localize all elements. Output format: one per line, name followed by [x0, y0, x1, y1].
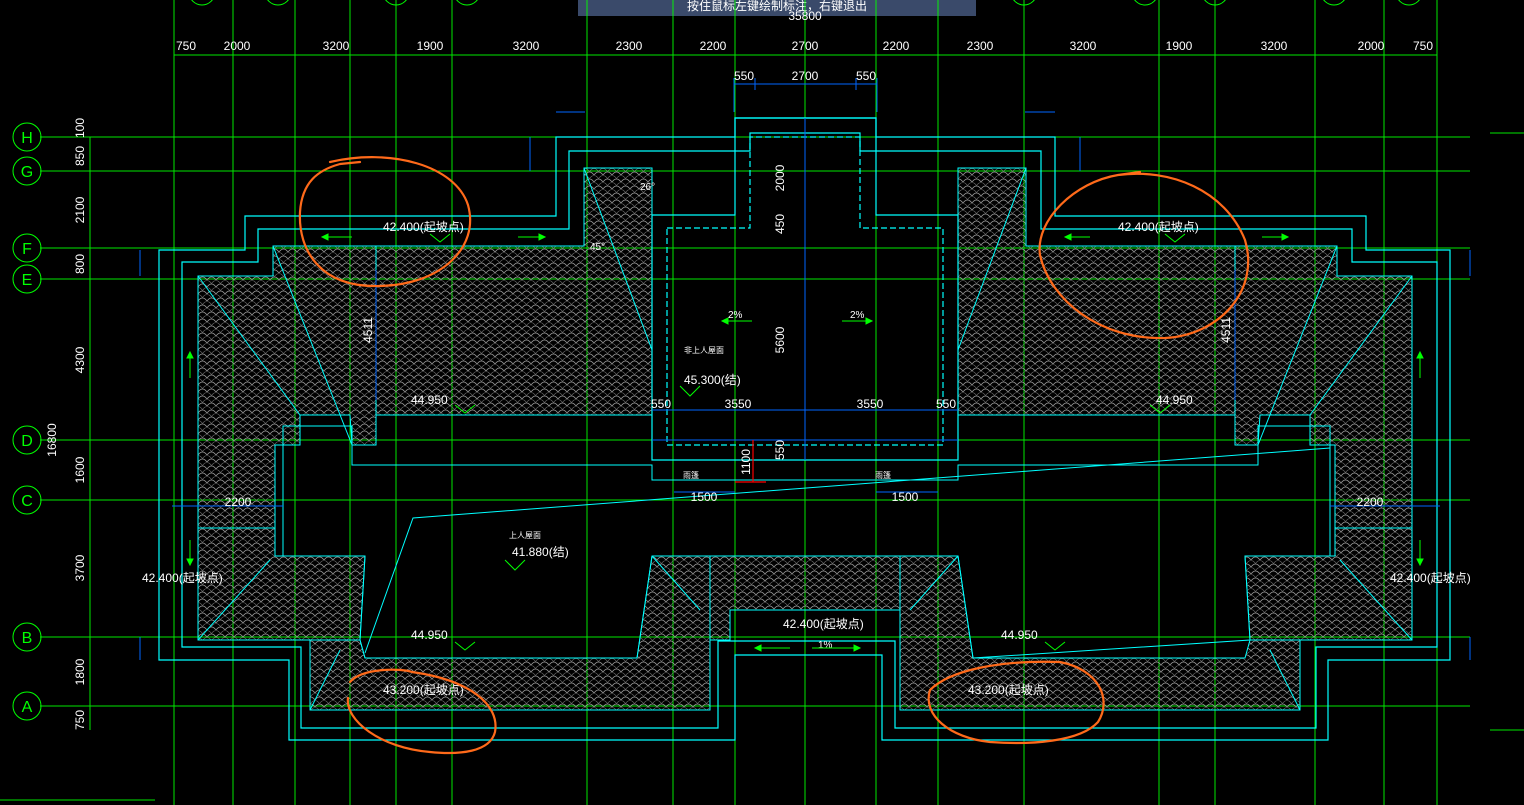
dim-4511-right: 4511 [1219, 317, 1233, 343]
dim-2000: 2000 [773, 164, 787, 191]
roof-panel-sw [309, 555, 711, 711]
top-dim-14: 2000 [1358, 39, 1385, 53]
top-dim2-1: 550 [734, 69, 754, 83]
elev-mid: 42.400(起坡点) [783, 617, 864, 631]
terrace-roof-label: 上人屋面 [509, 531, 541, 540]
dim-550-right: 550 [936, 397, 956, 411]
left-dim-750: 750 [73, 710, 87, 730]
left-dim-3700: 3700 [73, 554, 87, 581]
top-dim-6: 2300 [616, 39, 643, 53]
dim-1500-left: 1500 [691, 490, 718, 504]
left-dim-100: 100 [73, 118, 87, 138]
canopy-right: 雨篷 [875, 470, 891, 480]
left-dim-2100: 2100 [73, 196, 87, 223]
top-dimensions: 35800 750 2000 3200 1900 3200 2300 2200 … [176, 9, 1433, 83]
slope-mid: 1% [818, 640, 833, 651]
roof-panel-w [197, 527, 366, 641]
left-dim-1800: 1800 [73, 658, 87, 685]
ridge-sw: 44.950 [411, 628, 448, 642]
dim-3550-right: 3550 [857, 397, 884, 411]
axis-label-b: B [22, 630, 33, 647]
dim-1100: 1100 [739, 449, 753, 475]
left-dimensions: 100 850 2100 800 4300 1600 3700 1800 750… [45, 118, 87, 730]
dim-5600: 5600 [773, 326, 787, 353]
elev-terrace: 41.880(结) [512, 545, 569, 559]
elev-center: 45.300(结) [684, 373, 741, 387]
top-dim-2: 2000 [224, 39, 251, 53]
left-dim-800: 800 [73, 254, 87, 274]
axis-label-a: A [22, 699, 33, 716]
dim-450: 450 [773, 214, 787, 234]
top-dim-11: 3200 [1070, 39, 1097, 53]
top-dim-10: 2300 [967, 39, 994, 53]
center-roof-label: 非上人屋面 [684, 345, 724, 355]
dim-4511-left: 4511 [361, 317, 375, 343]
top-dim-15: 750 [1413, 39, 1433, 53]
axis-label-g: G [21, 164, 33, 181]
left-dim-total: 16800 [45, 423, 59, 457]
top-dim-1: 750 [176, 39, 196, 53]
slope-right: 2% [850, 310, 865, 321]
top-dim-4: 1900 [417, 39, 444, 53]
left-dim-4300: 4300 [73, 346, 87, 373]
floor-plan-drawing[interactable]: H G F E D C B A 100 850 2100 800 4300 16… [0, 0, 1524, 805]
axis-label-e: E [22, 272, 33, 289]
canopy-left: 雨篷 [683, 470, 699, 480]
axis-label-c: C [21, 493, 33, 510]
elev-sw: 43.200(起坡点) [383, 683, 464, 697]
ridge-ne: 44.950 [1156, 393, 1193, 407]
elev-ne: 42.400(起坡点) [1118, 220, 1199, 234]
top-dim-5: 3200 [513, 39, 540, 53]
dim-3550-left: 3550 [725, 397, 752, 411]
top-dim-13: 3200 [1261, 39, 1288, 53]
top-dim-12: 1900 [1166, 39, 1193, 53]
left-dim-850: 850 [73, 146, 87, 166]
elev-w: 42.400(起坡点) [142, 571, 223, 585]
dim-550-left: 550 [651, 397, 671, 411]
ridge-se: 44.950 [1001, 628, 1038, 642]
elev-e: 42.400(起坡点) [1390, 571, 1471, 585]
top-dim-7: 2200 [700, 39, 727, 53]
top-dim-3: 3200 [323, 39, 350, 53]
top-dim-9: 2200 [883, 39, 910, 53]
axis-label-h: H [21, 130, 33, 147]
dim-1500-right: 1500 [892, 490, 919, 504]
ridge-nw: 44.950 [411, 393, 448, 407]
slope-deg-26: 26° [640, 182, 655, 193]
elev-nw: 42.400(起坡点) [383, 220, 464, 234]
dim-2200-right: 2200 [1357, 495, 1384, 509]
elev-se: 43.200(起坡点) [968, 683, 1049, 697]
dim-2200-left: 2200 [225, 495, 252, 509]
slope-deg-45: 45° [590, 242, 605, 253]
dim-550-v: 550 [773, 440, 787, 460]
top-dim-overall: 35800 [788, 9, 822, 23]
top-dim2-3: 550 [856, 69, 876, 83]
roof-panel-e [1244, 527, 1413, 641]
row-axis-labels: H G F E D C B A [21, 130, 33, 716]
top-dim-8: 2700 [792, 39, 819, 53]
axis-label-f: F [22, 241, 32, 258]
slope-left: 2% [728, 310, 743, 321]
top-dim2-2: 2700 [792, 69, 819, 83]
axis-label-d: D [21, 433, 33, 450]
left-dim-1600: 1600 [73, 456, 87, 483]
